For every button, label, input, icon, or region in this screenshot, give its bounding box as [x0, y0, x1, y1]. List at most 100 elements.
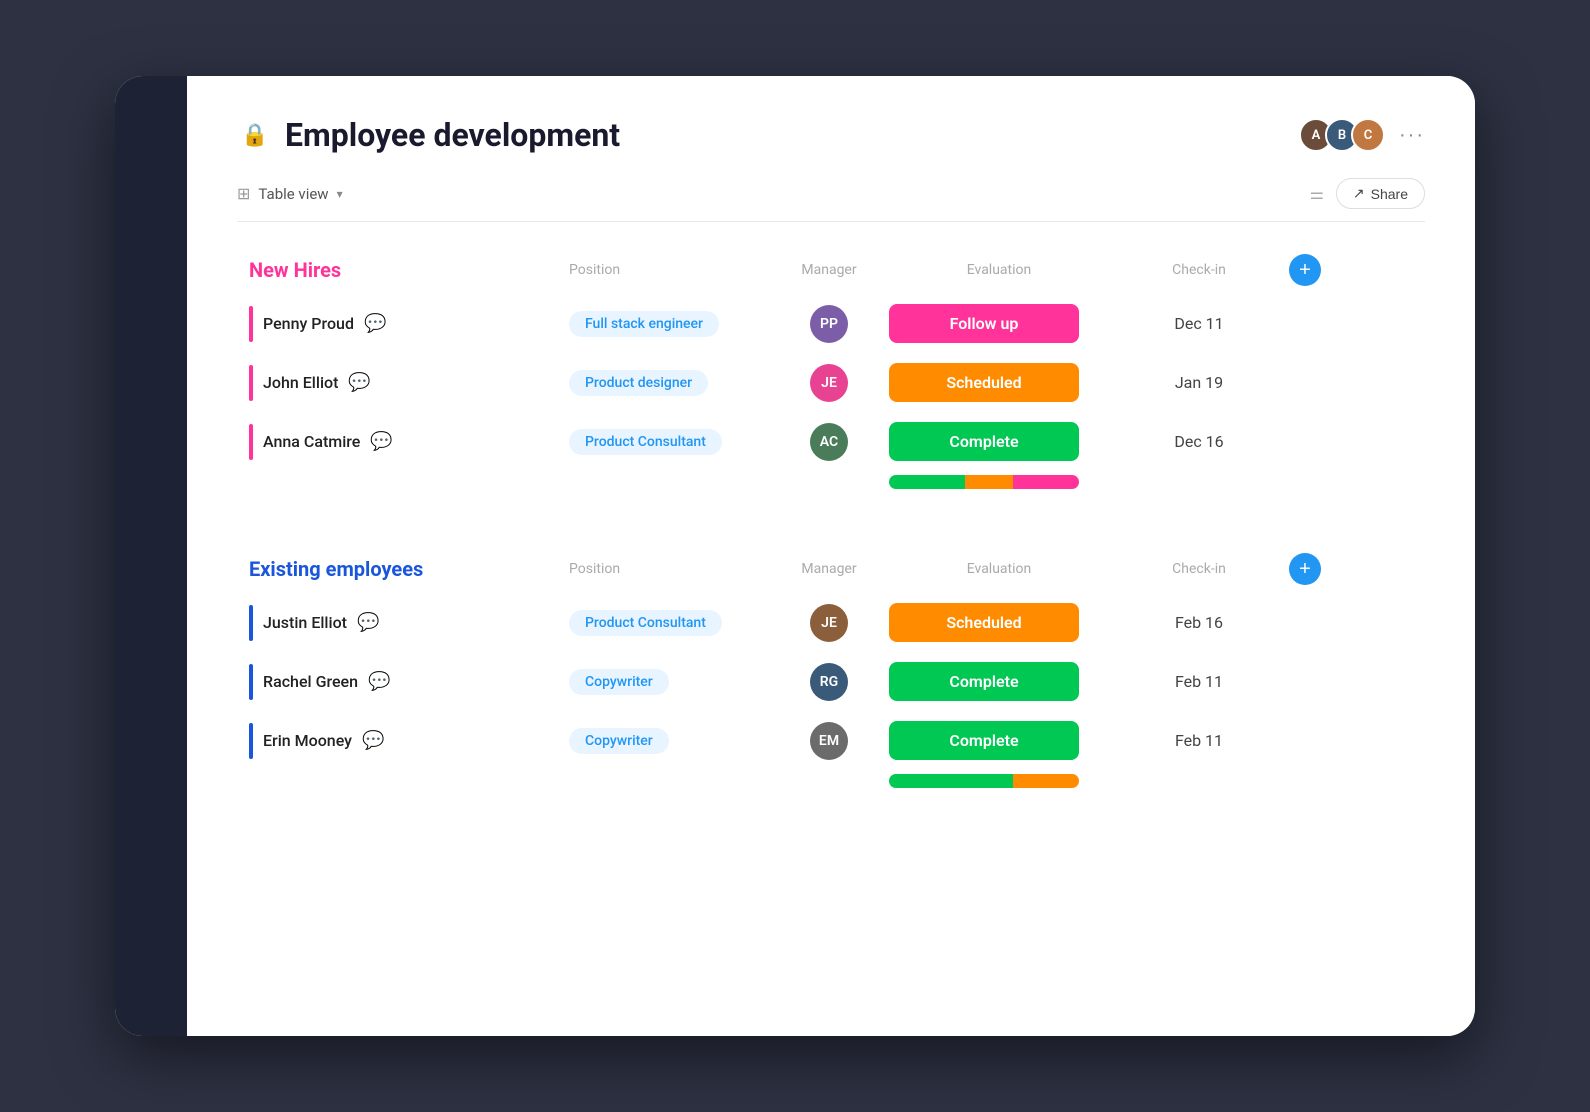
position-cell: Product designer: [569, 370, 769, 396]
evaluation-badge: Scheduled: [889, 603, 1079, 642]
employee-name: Erin Mooney: [263, 731, 352, 750]
position-cell: Product Consultant: [569, 429, 769, 455]
table-row: Penny Proud 💬 Full stack engineer PP Fol…: [237, 294, 1425, 353]
row-accent-border: [249, 365, 253, 401]
existing-employees-add-button[interactable]: +: [1289, 553, 1321, 585]
chat-icon[interactable]: 💬: [364, 313, 386, 334]
manager-avatar: PP: [810, 305, 848, 343]
employee-name: Rachel Green: [263, 672, 358, 691]
position-tag: Copywriter: [569, 669, 669, 695]
nh-col-checkin: Check-in: [1109, 262, 1289, 278]
position-tag: Full stack engineer: [569, 311, 719, 337]
new-hires-header-row: New Hires Position Manager Evaluation Ch…: [237, 254, 1425, 286]
manager-avatar: EM: [810, 722, 848, 760]
employee-name: John Elliot: [263, 373, 338, 392]
position-cell: Full stack engineer: [569, 311, 769, 337]
position-cell: Copywriter: [569, 669, 769, 695]
row-name-cell: Penny Proud 💬: [249, 306, 569, 342]
progress-green: [889, 774, 1013, 788]
progress-orange: [1013, 774, 1080, 788]
checkin-cell: Feb 11: [1109, 731, 1289, 750]
view-label: Table view: [258, 185, 328, 203]
manager-cell: EM: [769, 722, 889, 760]
chat-icon[interactable]: 💬: [357, 612, 379, 633]
position-tag: Copywriter: [569, 728, 669, 754]
evaluation-badge: Complete: [889, 422, 1079, 461]
row-accent-border: [249, 605, 253, 641]
evaluation-cell: Complete: [889, 721, 1109, 760]
table-row: Anna Catmire 💬 Product Consultant AC Com…: [237, 412, 1425, 471]
row-accent-border: [249, 723, 253, 759]
new-hires-progress-bar: [889, 475, 1109, 489]
manager-cell: RG: [769, 663, 889, 701]
table-icon: ⊞: [237, 184, 250, 203]
evaluation-cell: Complete: [889, 662, 1109, 701]
checkin-cell: Feb 11: [1109, 672, 1289, 691]
checkin-cell: Jan 19: [1109, 373, 1289, 392]
row-accent-border: [249, 306, 253, 342]
existing-employees-progress-row: [237, 770, 1425, 804]
row-accent-border: [249, 424, 253, 460]
share-icon: ↗: [1353, 185, 1365, 202]
manager-avatar: JE: [810, 604, 848, 642]
row-name-cell: Anna Catmire 💬: [249, 424, 569, 460]
share-label: Share: [1371, 186, 1408, 202]
evaluation-cell: Follow up: [889, 304, 1109, 343]
progress-green: [889, 475, 965, 489]
employee-name: Justin Elliot: [263, 613, 347, 632]
nh-col-evaluation: Evaluation: [889, 262, 1109, 278]
evaluation-badge: Scheduled: [889, 363, 1079, 402]
sidebar: [115, 76, 187, 1036]
row-accent-border: [249, 664, 253, 700]
position-cell: Copywriter: [569, 728, 769, 754]
ee-col-evaluation: Evaluation: [889, 561, 1109, 577]
chat-icon[interactable]: 💬: [370, 431, 392, 452]
new-hires-add-button[interactable]: +: [1289, 254, 1321, 286]
table-row: John Elliot 💬 Product designer JE Schedu…: [237, 353, 1425, 412]
nh-col-manager: Manager: [769, 262, 889, 278]
table-row: Justin Elliot 💬 Product Consultant JE Sc…: [237, 593, 1425, 652]
row-name-cell: Erin Mooney 💬: [249, 723, 569, 759]
manager-cell: PP: [769, 305, 889, 343]
toolbar: ⊞ Table view ▾ ⚌ ↗ Share: [237, 178, 1425, 222]
ee-col-checkin: Check-in: [1109, 561, 1289, 577]
evaluation-cell: Scheduled: [889, 363, 1109, 402]
table-row: Erin Mooney 💬 Copywriter EM Complete Feb…: [237, 711, 1425, 770]
manager-cell: JE: [769, 364, 889, 402]
header-right: A B C ···: [1299, 118, 1425, 152]
progress-orange: [965, 475, 1013, 489]
avatar-3: C: [1351, 118, 1385, 152]
page-header: 🔒 Employee development A B C ···: [237, 116, 1425, 154]
page-title: Employee development: [285, 116, 620, 154]
position-cell: Product Consultant: [569, 610, 769, 636]
share-button[interactable]: ↗ Share: [1336, 178, 1425, 209]
ee-col-manager: Manager: [769, 561, 889, 577]
manager-cell: AC: [769, 423, 889, 461]
position-tag: Product designer: [569, 370, 708, 396]
manager-avatar: JE: [810, 364, 848, 402]
checkin-cell: Dec 16: [1109, 432, 1289, 451]
employee-name: Penny Proud: [263, 314, 354, 333]
chat-icon[interactable]: 💬: [348, 372, 370, 393]
ee-col-position: Position: [569, 561, 769, 577]
existing-employees-section: Existing employees Position Manager Eval…: [237, 553, 1425, 804]
chat-icon[interactable]: 💬: [368, 671, 390, 692]
chat-icon[interactable]: 💬: [362, 730, 384, 751]
checkin-cell: Dec 11: [1109, 314, 1289, 333]
evaluation-badge: Complete: [889, 662, 1079, 701]
view-selector[interactable]: ⊞ Table view ▾: [237, 184, 343, 203]
existing-employees-progress-bar: [889, 774, 1109, 788]
chevron-down-icon: ▾: [337, 187, 343, 201]
employee-name: Anna Catmire: [263, 432, 360, 451]
filter-icon[interactable]: ⚌: [1310, 184, 1324, 203]
toolbar-right: ⚌ ↗ Share: [1310, 178, 1425, 209]
table-row: Rachel Green 💬 Copywriter RG Complete Fe…: [237, 652, 1425, 711]
position-tag: Product Consultant: [569, 429, 722, 455]
evaluation-badge: Complete: [889, 721, 1079, 760]
row-name-cell: John Elliot 💬: [249, 365, 569, 401]
manager-avatar: AC: [810, 423, 848, 461]
manager-cell: JE: [769, 604, 889, 642]
more-options-button[interactable]: ···: [1399, 124, 1425, 147]
collaborators-avatars: A B C: [1299, 118, 1385, 152]
existing-employees-header-row: Existing employees Position Manager Eval…: [237, 553, 1425, 585]
